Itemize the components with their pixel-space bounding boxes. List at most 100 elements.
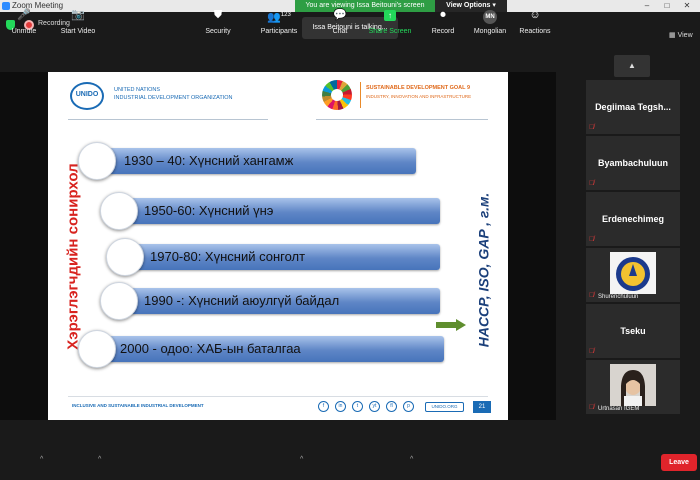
podcast-icon: p [403,401,414,412]
participant-tile[interactable]: Degiimaa Tegsh... 🎙̸ [586,80,680,134]
share-options-caret-icon[interactable]: ^ [410,456,413,463]
timeline-item-1: 1930 – 40: Хүнсний хангамж [100,148,416,174]
participants-label: Participants [260,28,298,35]
view-label: View [677,32,693,39]
mic-off-icon: 🎤 [17,9,31,21]
reactions-button[interactable]: ☺ Reactions [519,8,550,38]
share-screen-icon: ↑ [378,8,402,22]
timeline-item-3: 1970-80: Хүнсний сонголт [126,244,440,270]
timeline-item-text: 1950-60: Хүнсний үнэ [144,203,274,218]
zoom-app-icon [2,2,10,10]
timeline-item-text: 2000 - одоо: ХАБ-ын баталгаа [120,341,301,356]
shared-slide: UNIDO UNITED NATIONS INDUSTRIAL DEVELOPM… [48,72,508,420]
security-label: Security [205,28,231,35]
share-screen-button[interactable]: ↑ Share Screen [369,8,411,38]
chat-label: Chat [332,28,348,35]
muted-mic-icon: 🎙̸ [589,292,595,299]
timeline-bullet [100,282,138,320]
timeline-bullet [100,192,138,230]
participants-icon: 👥123 [267,11,291,24]
timeline-bullet [106,238,144,276]
consumer-interest-text: Хэрэглэгчдийн сонирхол [64,162,82,350]
muted-mic-icon: 🎙̸ [589,404,595,411]
muted-mic-icon: 🎙̸ [589,236,595,243]
video-options-caret-icon[interactable]: ^ [98,456,101,463]
start-video-button[interactable]: 📷 Start Video [61,8,96,38]
timeline-item-text: 1990 -: Хүнсний аюулгүй байдал [144,293,340,308]
interpretation-button[interactable]: MN Mongolian [474,8,506,38]
minimize-icon[interactable]: – [640,0,654,12]
unido-logo-text: UNIDO [75,91,99,98]
standards-text: HACCP, ISO, GAP , г.м. [475,192,491,348]
start-video-label: Start Video [60,28,96,35]
participant-tile[interactable]: Tseku 🎙̸ [586,304,680,358]
participants-caret-icon[interactable]: ^ [300,456,303,463]
muted-mic-icon: 🎙̸ [589,180,595,187]
participant-video [610,364,656,406]
unmute-label: Unmute [11,28,37,35]
participant-tile[interactable]: Byambachuluun 🎙̸ [586,136,680,190]
participants-count: 123 [280,12,291,18]
header-rule-left [68,119,268,120]
flickr-icon: fl [386,401,397,412]
sdg-title: SUSTAINABLE DEVELOPMENT GOAL 9 [366,85,471,91]
participant-name: Erdenechimeg [601,214,665,224]
muted-mic-icon: 🎙̸ [589,348,595,355]
participant-name: Shurenchuluun [598,294,639,300]
record-label: Record [431,28,455,35]
arrow-right-icon [436,319,466,331]
reaction-smiley-icon: ☺ [529,9,541,21]
participant-tile[interactable]: Erdenechimeg 🎙̸ [586,192,680,246]
participants-button[interactable]: 👥123 Participants [261,8,298,38]
timeline-item-2: 1950-60: Хүнсний үнэ [122,198,440,224]
share-screen-label: Share Screen [368,28,412,35]
participant-name: Degiimaa Tegsh... [595,102,671,112]
muted-mic-icon: 🎙̸ [589,124,595,131]
participant-tile[interactable]: 🎙̸ Shurenchuluun [586,248,680,302]
footer-rule [68,396,488,397]
footer-text: INCLUSIVE AND SUSTAINABLE INDUSTRIAL DEV… [72,403,204,408]
language-label: Mongolian [473,28,507,35]
timeline-item-5: 2000 - одоо: ХАБ-ын баталгаа [100,336,444,362]
timeline-item-text: 1930 – 40: Хүнсний хангамж [124,153,294,168]
youtube-icon: yt [369,401,380,412]
unido-logo: UNIDO [70,82,104,110]
chat-button[interactable]: 💬 Chat [328,8,352,38]
header-rule-right [316,119,488,120]
chat-icon: 💬 [333,9,347,21]
participant-tile[interactable]: 🎙̸ Urtnasan IGEM [586,360,680,414]
standards-label: HACCP, ISO, GAP , г.м. [468,170,498,370]
reactions-label: Reactions [519,28,551,35]
security-button[interactable]: ⛊ Security [205,8,230,38]
leave-button[interactable]: Leave [661,454,697,471]
record-icon: ⏺ [440,9,446,21]
participant-name: Urtnasan IGEM [598,406,640,412]
participant-name: Byambachuluun [597,158,668,168]
viewing-screen-label: You are viewing Issa Beitouni's screen [295,0,435,12]
sdg-wheel-icon [322,80,352,110]
timeline-bullet [78,330,116,368]
scroll-up-button[interactable]: ▲ [614,55,650,77]
linkedin-icon: in [335,401,346,412]
unmute-button[interactable]: 🎤 Unmute [12,8,37,38]
meeting-controls [0,440,700,480]
unido-url: UNIDO.ORG [425,402,464,412]
participant-avatar-emblem [610,252,656,294]
close-icon[interactable]: ✕ [680,0,694,12]
participant-name: Tseku [620,326,646,336]
sdg-subtitle: INDUSTRY, INNOVATION AND INFRASTRUCTURE [366,94,472,99]
view-button[interactable]: ▦ View [669,31,693,39]
language-badge: MN [478,8,502,24]
facebook-icon: f [318,401,329,412]
timeline-bullet [78,142,116,180]
audio-options-caret-icon[interactable]: ^ [40,456,43,463]
twitter-icon: t [352,401,363,412]
shield-icon: ⛊ [213,9,223,21]
timeline-item-text: 1970-80: Хүнсний сонголт [150,249,306,264]
org-name: UNITED NATIONS INDUSTRIAL DEVELOPMENT OR… [114,87,233,101]
video-off-icon: 📷 [71,9,85,21]
timeline-item-4: 1990 -: Хүнсний аюулгүй байдал [122,288,440,314]
sdg-divider [360,82,361,108]
record-button[interactable]: ⏺ Record [431,8,455,38]
maximize-icon[interactable]: □ [660,0,674,12]
